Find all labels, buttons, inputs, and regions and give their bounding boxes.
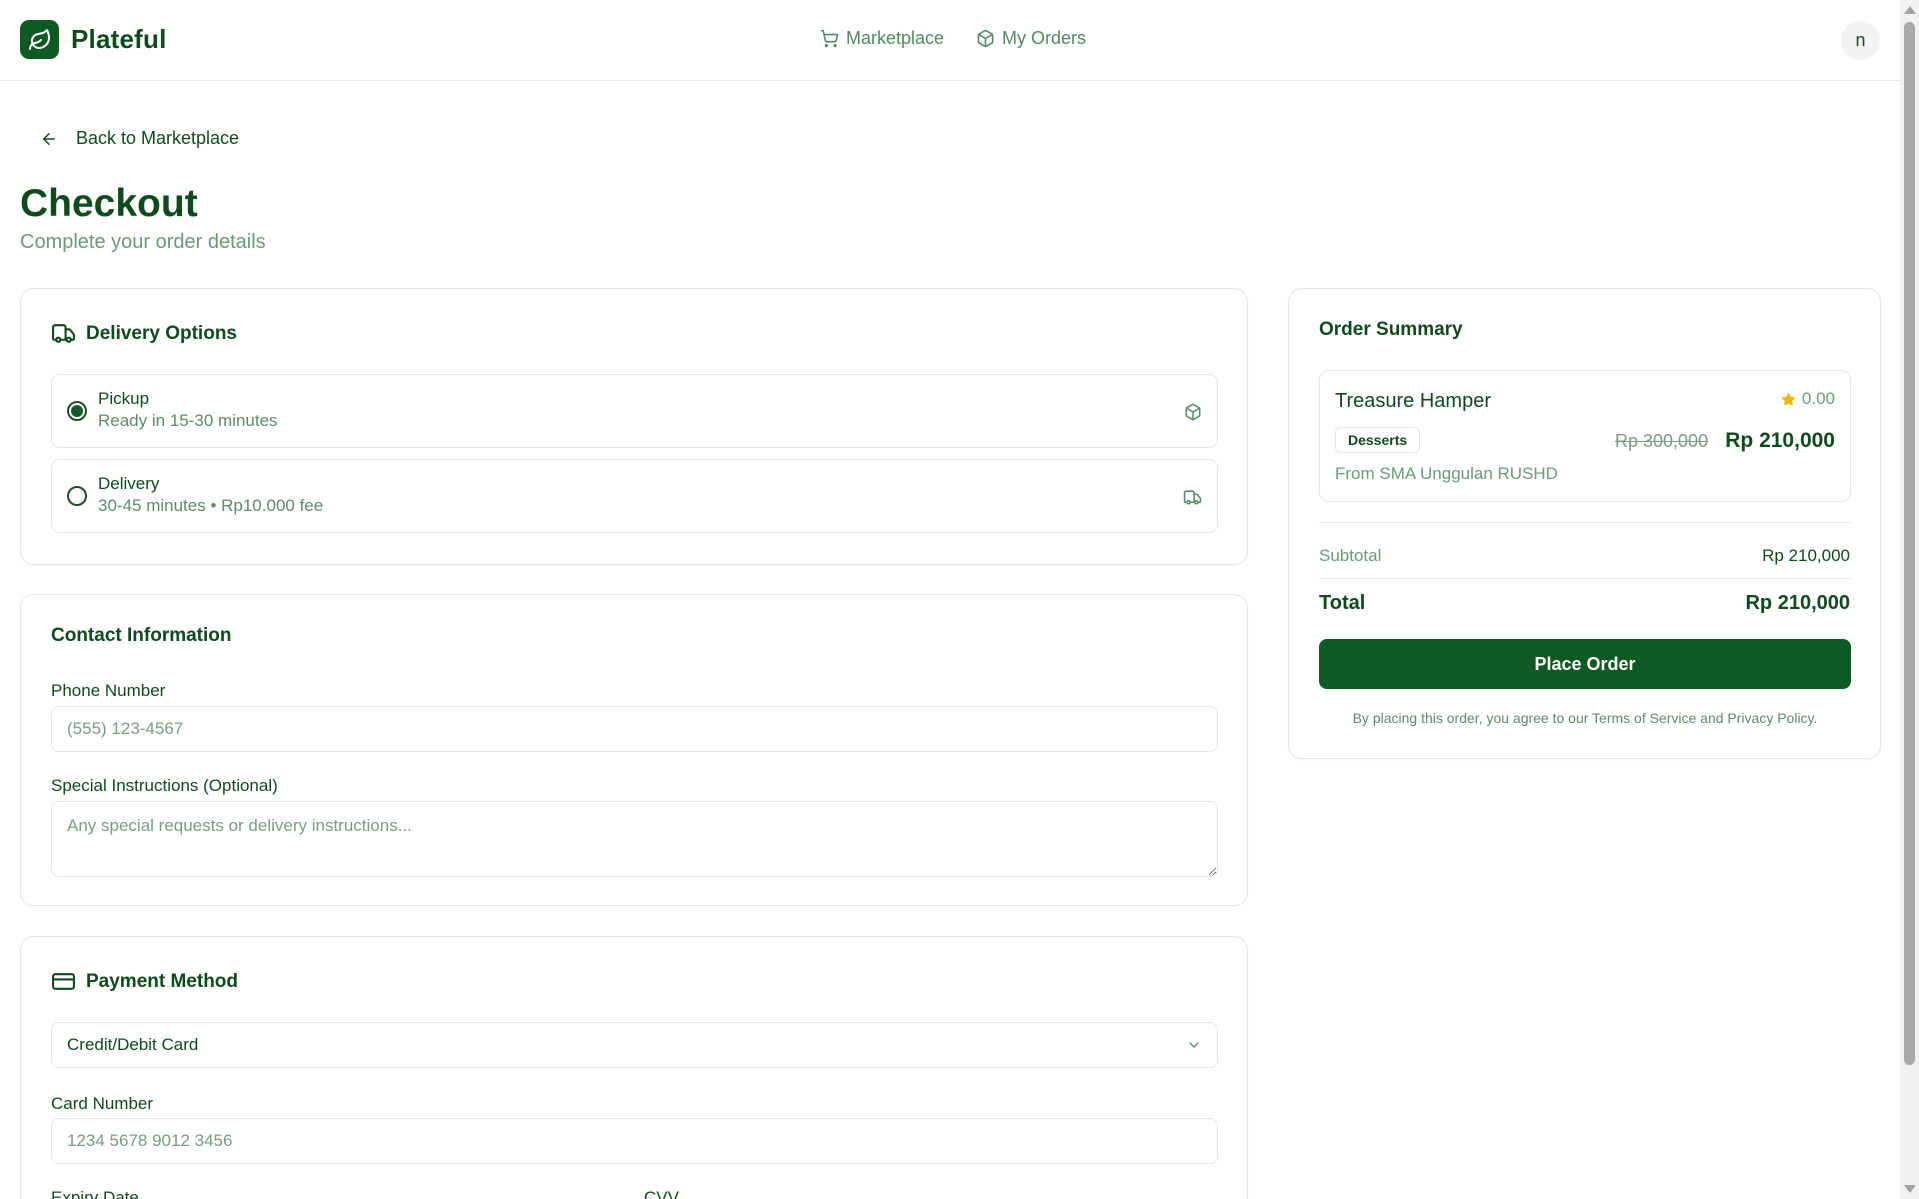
payment-method-title: Payment Method xyxy=(86,970,239,992)
card-number-label: Card Number xyxy=(51,1094,154,1113)
delivery-title: Delivery xyxy=(98,474,160,493)
package-icon xyxy=(1184,403,1202,421)
nav-marketplace-label: Marketplace xyxy=(846,28,945,48)
delivery-options-title: Delivery Options xyxy=(86,322,237,344)
delivery-subtitle: 30-45 minutes • Rp10.000 fee xyxy=(98,496,324,515)
truck-icon xyxy=(1183,488,1202,507)
discounted-price: Rp 210,000 xyxy=(1725,429,1835,452)
contact-information-card: Contact Information Phone Number Special… xyxy=(20,594,1248,906)
star-icon xyxy=(1781,392,1796,407)
card-number-input[interactable] xyxy=(51,1118,1218,1164)
special-instructions-textarea[interactable] xyxy=(51,801,1218,877)
cart-icon xyxy=(820,29,839,48)
nav-my-orders[interactable]: My Orders xyxy=(976,28,1086,49)
pickup-title: Pickup xyxy=(98,389,150,408)
subtotal-value: Rp 210,000 xyxy=(1762,546,1850,565)
order-item: Treasure Hamper 0.00 Desserts Rp 300,000… xyxy=(1319,370,1851,502)
payment-method-heading: Payment Method xyxy=(51,969,238,994)
pickup-subtitle: Ready in 15-30 minutes xyxy=(98,411,278,430)
leaf-icon xyxy=(20,20,59,59)
item-name: Treasure Hamper xyxy=(1335,390,1491,412)
brand-logo-link[interactable]: Plateful xyxy=(20,20,167,59)
expiry-date-label: Expiry Date xyxy=(51,1188,139,1199)
payment-method-card: Payment Method Credit/Debit Card Card Nu… xyxy=(20,936,1248,1199)
page-subtitle: Complete your order details xyxy=(20,231,266,253)
back-label: Back to Marketplace xyxy=(76,128,240,148)
pickup-radio[interactable] xyxy=(67,401,87,421)
total-label: Total xyxy=(1319,592,1366,614)
delivery-options-heading: Delivery Options xyxy=(51,321,237,346)
page-title: Checkout xyxy=(20,182,198,225)
contact-information-title: Contact Information xyxy=(51,625,232,646)
item-source: From SMA Unggulan RUSHD xyxy=(1335,464,1558,483)
subtotal-label: Subtotal xyxy=(1319,546,1382,565)
original-price: Rp 300,000 xyxy=(1615,431,1709,451)
nav-my-orders-label: My Orders xyxy=(1002,28,1087,48)
item-rating-value: 0.00 xyxy=(1801,389,1835,408)
total-value: Rp 210,000 xyxy=(1745,592,1850,614)
terms-notice: By placing this order, you agree to our … xyxy=(1352,710,1818,726)
item-rating: 0.00 xyxy=(1781,389,1835,409)
scroll-down-arrow-icon[interactable] xyxy=(1904,1185,1916,1193)
payment-method-value: Credit/Debit Card xyxy=(67,1035,199,1054)
user-avatar[interactable]: n xyxy=(1841,21,1880,60)
delivery-option-pickup[interactable]: Pickup Ready in 15-30 minutes xyxy=(51,374,1218,448)
main-nav: Marketplace My Orders xyxy=(820,28,1086,49)
delivery-options-card: Delivery Options Pickup Ready in 15-30 m… xyxy=(20,288,1248,565)
total-divider xyxy=(1319,578,1851,579)
phone-number-input[interactable] xyxy=(51,706,1218,752)
delivery-option-delivery[interactable]: Delivery 30-45 minutes • Rp10.000 fee xyxy=(51,459,1218,533)
payment-method-select[interactable]: Credit/Debit Card xyxy=(51,1022,1218,1068)
back-to-marketplace-link[interactable]: Back to Marketplace xyxy=(40,128,239,149)
chevron-down-icon xyxy=(1186,1037,1202,1053)
arrow-left-icon xyxy=(40,130,58,148)
nav-marketplace[interactable]: Marketplace xyxy=(820,28,944,49)
scroll-thumb[interactable] xyxy=(1904,22,1915,1065)
credit-card-icon xyxy=(51,969,76,994)
phone-number-label: Phone Number xyxy=(51,681,166,700)
delivery-radio[interactable] xyxy=(67,486,87,506)
order-summary-title: Order Summary xyxy=(1319,319,1463,340)
page-scrollbar[interactable] xyxy=(1900,0,1919,1199)
special-instructions-label: Special Instructions (Optional) xyxy=(51,776,278,795)
place-order-button[interactable]: Place Order xyxy=(1319,639,1851,689)
summary-divider xyxy=(1319,522,1851,523)
scroll-up-arrow-icon[interactable] xyxy=(1904,6,1916,14)
category-badge: Desserts xyxy=(1335,427,1421,453)
package-icon xyxy=(976,29,995,48)
top-nav-bar: Plateful Marketplace My Orders n xyxy=(0,0,1900,81)
brand-name: Plateful xyxy=(71,24,167,54)
order-summary-card: Order Summary Treasure Hamper 0.00 Desse… xyxy=(1288,288,1881,759)
cvv-label: CVV xyxy=(644,1188,679,1199)
truck-icon xyxy=(51,321,76,346)
